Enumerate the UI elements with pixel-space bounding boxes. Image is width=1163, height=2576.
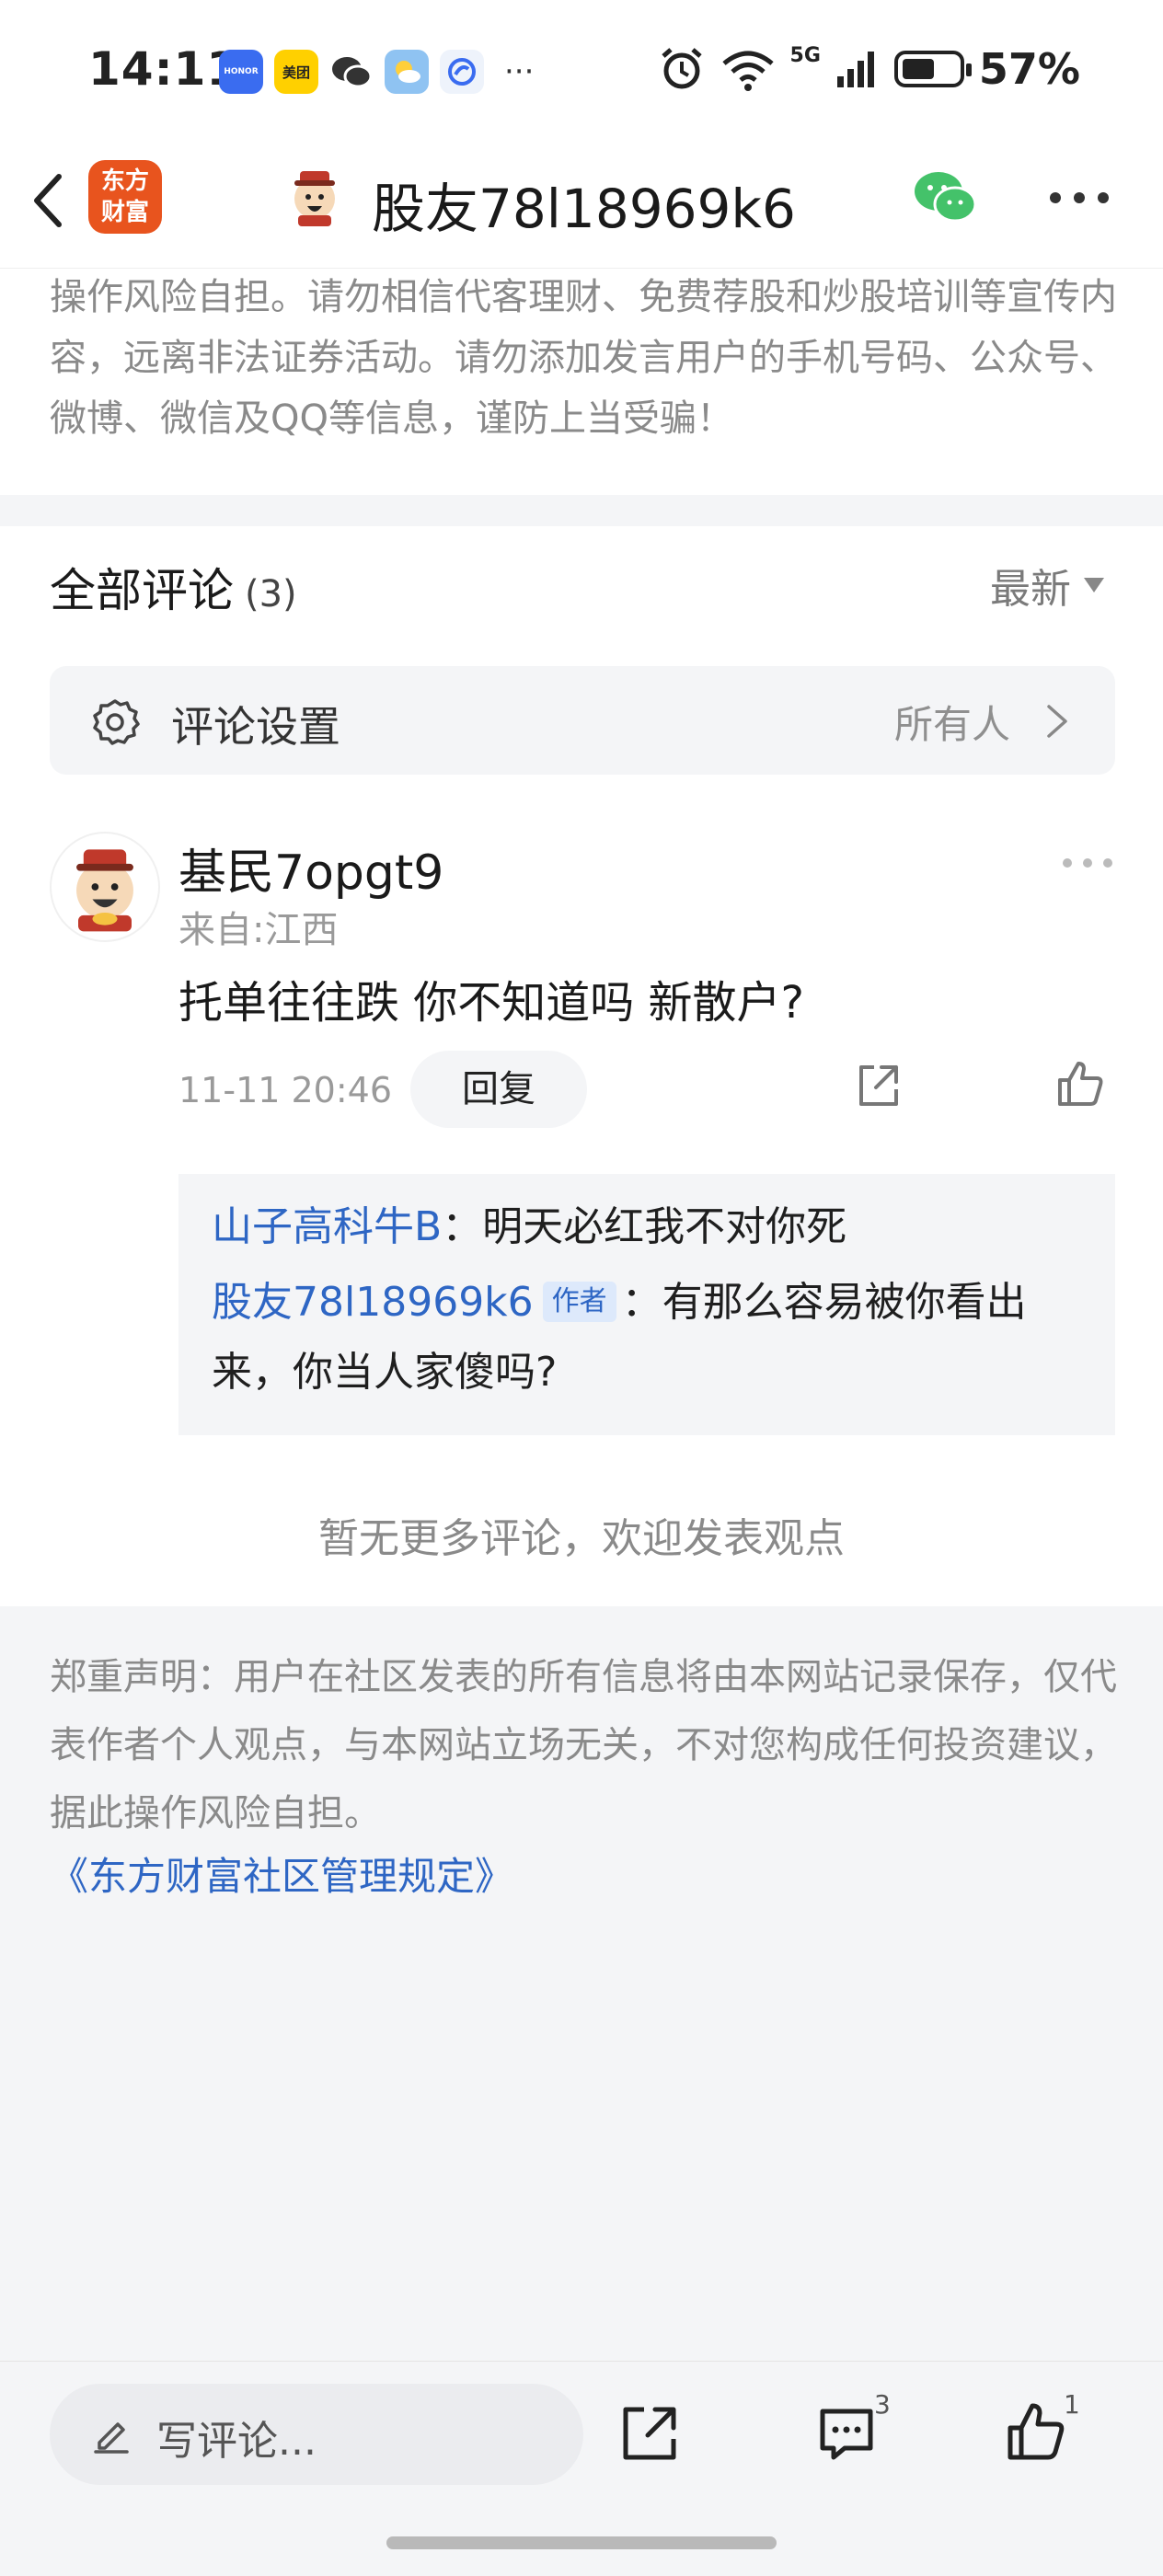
bottom-action-bar: 写评论... 3 1 <box>0 2361 1163 2576</box>
honor-app-icon: HONOR <box>219 50 263 94</box>
status-bar: 14:11 HONOR 美团 ··· 5G 57% <box>0 0 1163 138</box>
thumbs-up-icon[interactable] <box>1003 2398 1069 2465</box>
author-avatar[interactable] <box>283 166 346 228</box>
wifi-icon <box>721 51 774 91</box>
risk-notice: 操作风险自担。请勿相信代客理财、免费荐股和炒股培训等宣传内容，远离非法证券活动。… <box>50 276 1117 440</box>
gear-icon <box>93 699 140 745</box>
browser-app-icon <box>440 50 484 94</box>
status-indicators: 5G 57% <box>658 44 1080 94</box>
no-more-comments: 暂无更多评论，欢迎发表观点 <box>318 1515 845 1562</box>
reply-text: ：明天必红我不对你死 <box>442 1203 847 1250</box>
reply-username[interactable]: 山子高科牛B <box>212 1203 442 1250</box>
comments-count: (3) <box>245 573 297 615</box>
thumbs-up-icon[interactable] <box>1054 1058 1106 1110</box>
commenter-location: 来自:江西 <box>178 909 339 951</box>
page-title: 股友78l18969k6 <box>372 178 796 240</box>
wechat-share-icon[interactable] <box>911 167 981 226</box>
sort-dropdown[interactable]: 最新 <box>990 556 1104 615</box>
battery-percent: 57% <box>978 44 1080 94</box>
comment-count-badge: 3 <box>874 2389 891 2420</box>
weather-app-icon <box>385 50 429 94</box>
section-divider <box>0 495 1163 526</box>
commenter-avatar[interactable] <box>50 832 160 942</box>
wechat-app-icon <box>329 50 374 94</box>
comment-icon[interactable] <box>813 2400 880 2467</box>
battery-icon <box>893 51 972 87</box>
comment-more-icon[interactable] <box>1062 857 1113 868</box>
community-rules-link[interactable]: 《东方财富社区管理规定》 <box>50 1846 513 1902</box>
disclaimer-section: 郑重声明：用户在社区发表的所有信息将由本网站记录保存，仅代表作者个人观点，与本网… <box>0 1606 1163 2361</box>
like-count-badge: 1 <box>1064 2389 1080 2420</box>
author-badge: 作者 <box>542 1282 616 1322</box>
reply-item: 股友78l18969k6 作者 ：有那么容易被你看出来，你当人家傻吗? <box>212 1268 1095 1408</box>
status-overflow: ··· <box>504 53 535 90</box>
top-nav-bar: 东方 财富 股友78l18969k6 <box>0 138 1163 269</box>
comment-settings-row[interactable]: 评论设置 所有人 <box>50 666 1115 775</box>
write-comment-input[interactable]: 写评论... <box>50 2384 583 2485</box>
caret-down-icon <box>1084 578 1104 592</box>
reply-username[interactable]: 股友78l18969k6 <box>212 1279 534 1326</box>
reply-list: 山子高科牛B：明天必红我不对你死 股友78l18969k6 作者 ：有那么容易被你看… <box>178 1174 1115 1435</box>
comment-settings-value: 所有人 <box>893 702 1010 747</box>
home-indicator[interactable] <box>386 2536 777 2549</box>
chevron-right-icon <box>1047 705 1067 738</box>
comments-title: 全部评论 <box>50 564 234 617</box>
back-arrow-icon[interactable] <box>22 164 77 237</box>
status-app-icons: HONOR 美团 ··· <box>219 50 534 94</box>
share-icon[interactable] <box>616 2400 683 2467</box>
status-time: 14:11 <box>88 42 240 96</box>
comment-text: 托单往往跌 你不知道吗 新散户? <box>178 977 804 1029</box>
more-menu-icon[interactable] <box>1049 191 1110 204</box>
network-type: 5G <box>789 44 821 67</box>
reply-item: 山子高科牛B：明天必红我不对你死 <box>212 1192 846 1262</box>
meituan-app-icon: 美团 <box>274 50 318 94</box>
share-icon[interactable] <box>854 1062 902 1110</box>
eastmoney-logo[interactable]: 东方 财富 <box>88 160 162 234</box>
alarm-icon <box>661 48 702 89</box>
comment-time: 11-11 20:46 <box>178 1070 393 1110</box>
signal-icon <box>836 52 874 87</box>
reply-button[interactable]: 回复 <box>410 1051 587 1128</box>
comments-header: 全部评论 (3) <box>50 554 297 620</box>
disclaimer-text: 郑重声明：用户在社区发表的所有信息将由本网站记录保存，仅代表作者个人观点，与本网… <box>50 1656 1117 1834</box>
sort-label: 最新 <box>990 566 1071 613</box>
commenter-name[interactable]: 基民7opgt9 <box>178 834 443 903</box>
pencil-icon <box>94 2422 129 2454</box>
write-comment-placeholder: 写评论... <box>156 2418 317 2465</box>
comment-settings-label: 评论设置 <box>171 702 340 752</box>
